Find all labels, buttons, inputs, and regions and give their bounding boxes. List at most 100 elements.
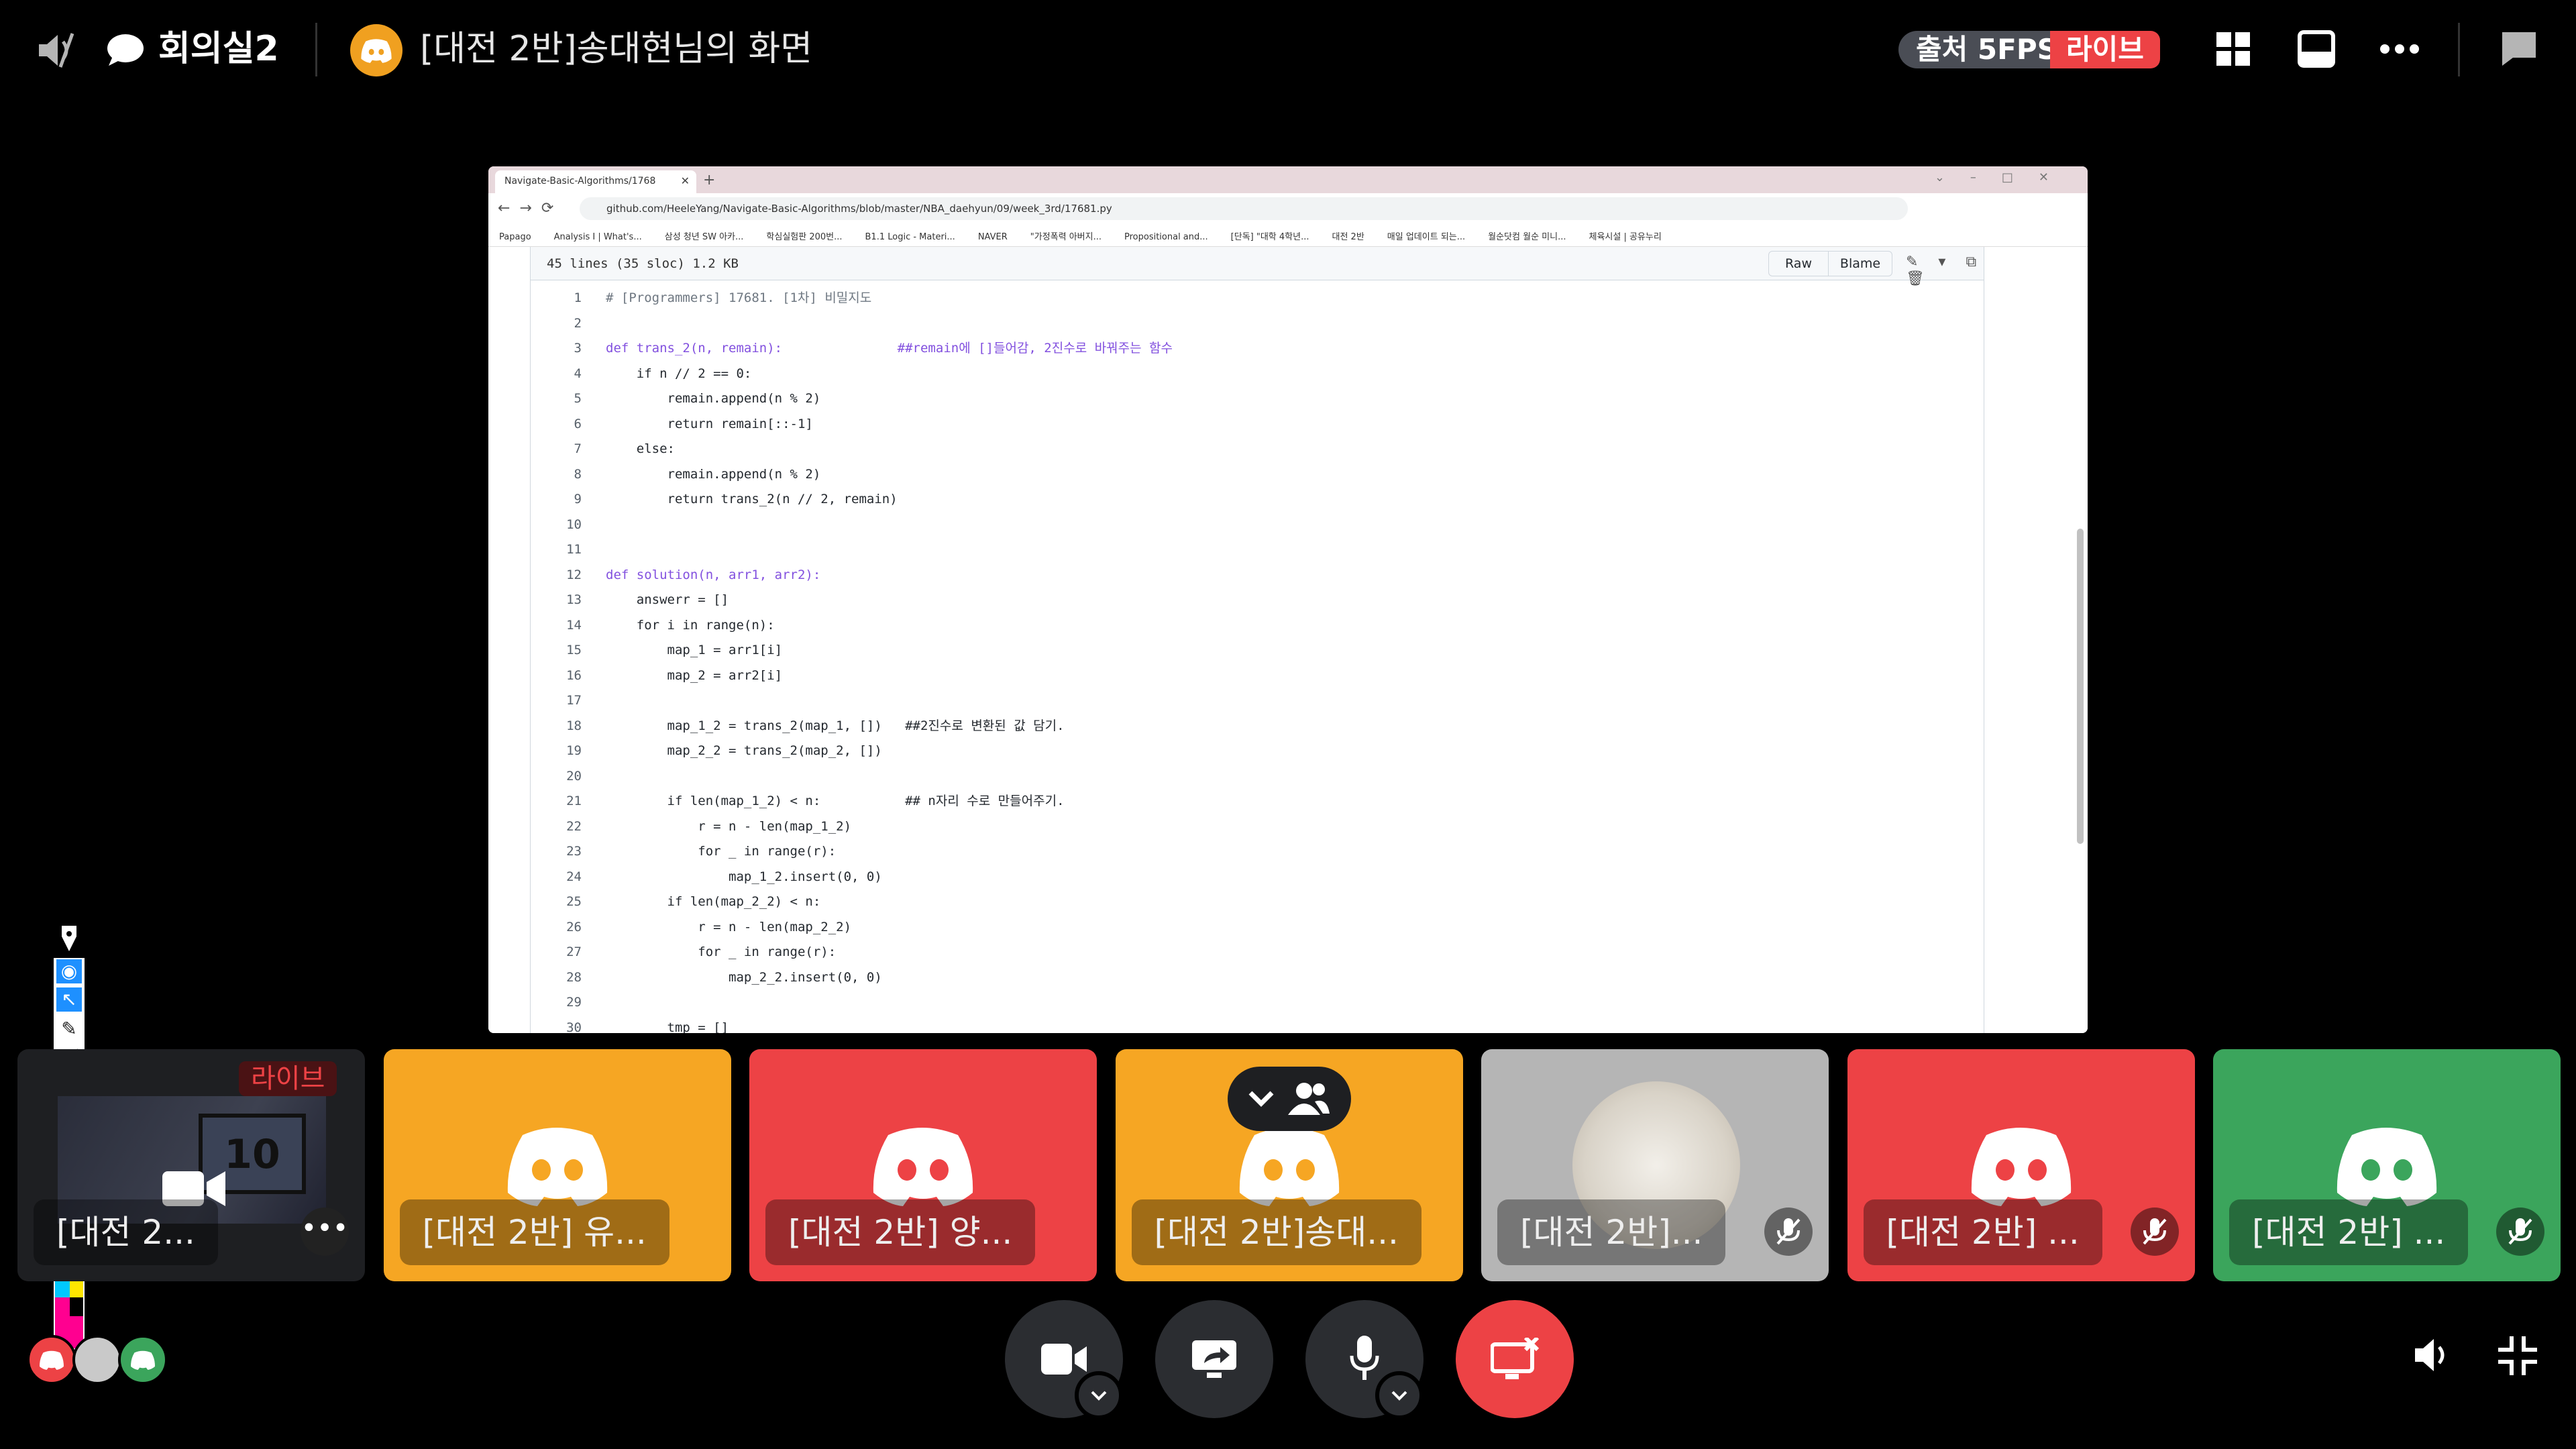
more-options-button[interactable] xyxy=(2377,27,2422,71)
close-icon[interactable]: ✕ xyxy=(681,174,690,187)
navigation-icons[interactable]: ←→⟳ xyxy=(498,200,563,217)
line-number[interactable]: 26 xyxy=(531,915,582,940)
color-black[interactable] xyxy=(70,1297,83,1316)
microphone-options-button[interactable] xyxy=(1375,1371,1424,1419)
camera-options-button[interactable] xyxy=(1075,1371,1123,1419)
chat-icon xyxy=(2502,32,2536,66)
more-options-icon[interactable]: ••• xyxy=(301,1208,349,1256)
participants-dropdown[interactable] xyxy=(1228,1067,1351,1131)
participant-tile[interactable]: [대전 2반] ... xyxy=(2213,1049,2561,1281)
top-bar: 회의실2 [대전 2반]송대현님의 화면 출처 5FPS 라이브 xyxy=(0,0,2576,101)
file-header: 45 lines (35 sloc) 1.2 KB Raw Blame ✎▾⧉🗑 xyxy=(530,247,1984,287)
line-number[interactable]: 7 xyxy=(531,437,582,462)
stop-stream-icon xyxy=(1491,1338,1539,1379)
blame-button[interactable]: Blame xyxy=(1828,251,1892,276)
line-number[interactable]: 24 xyxy=(531,865,582,890)
code-line: 22 r = n - len(map_1_2) xyxy=(531,814,1984,839)
bookmark-item[interactable]: 대전 2반 xyxy=(1332,232,1364,242)
volume-muted-icon[interactable] xyxy=(34,27,80,74)
line-number[interactable]: 21 xyxy=(531,789,582,814)
line-number[interactable]: 13 xyxy=(531,588,582,612)
browser-tab[interactable]: Navigate-Basic-Algorithms/1768 ✕ xyxy=(495,170,696,193)
line-number[interactable]: 22 xyxy=(531,814,582,839)
mic-muted-icon xyxy=(2143,1218,2166,1245)
line-number[interactable]: 28 xyxy=(531,965,582,990)
line-number[interactable]: 5 xyxy=(531,386,582,411)
exit-fullscreen-icon[interactable] xyxy=(2497,1335,2538,1377)
line-number[interactable]: 30 xyxy=(531,1016,582,1034)
screen-share-button[interactable] xyxy=(1155,1300,1273,1418)
line-code: map_1_2.insert(0, 0) xyxy=(606,869,882,884)
pen-icon[interactable] xyxy=(58,923,80,954)
bookmark-item[interactable]: Papago xyxy=(499,232,531,242)
bookmark-item[interactable]: 매일 업데이트 되는... xyxy=(1387,232,1465,242)
line-number[interactable]: 4 xyxy=(531,362,582,386)
bookmark-item[interactable]: 체육시설 | 공유누리 xyxy=(1589,232,1661,242)
line-number[interactable]: 29 xyxy=(531,990,582,1015)
participant-name: [대전 2반] ... xyxy=(1863,1199,2102,1265)
mini-avatar[interactable] xyxy=(118,1335,168,1385)
participant-name: [대전 2반]... xyxy=(1497,1199,1726,1265)
participant-tile[interactable]: [대전 2반] 양... xyxy=(749,1049,1097,1281)
line-number[interactable]: 16 xyxy=(531,663,582,688)
grid-layout-icon xyxy=(2216,32,2250,66)
stop-stream-button[interactable] xyxy=(1456,1300,1574,1418)
line-number[interactable]: 3 xyxy=(531,336,582,361)
stream-quality-badge: 출처 5FPS xyxy=(1898,31,2075,68)
line-number[interactable]: 23 xyxy=(531,839,582,864)
url-bar[interactable]: github.com/HeeleYang/Navigate-Basic-Algo… xyxy=(580,197,1908,220)
participant-tile[interactable]: [대전 2반]... xyxy=(1481,1049,1829,1281)
mini-avatar[interactable] xyxy=(27,1335,76,1385)
bookmark-item[interactable]: "가정폭력 아버지... xyxy=(1030,232,1102,242)
new-tab-icon[interactable]: + xyxy=(703,172,715,189)
popout-button[interactable] xyxy=(2294,27,2339,71)
code-area: 1 # [Programmers] 17681. [1차] 비밀지도 2 3 def t… xyxy=(530,280,1984,1033)
line-number[interactable]: 2 xyxy=(531,311,582,336)
line-number[interactable]: 25 xyxy=(531,890,582,914)
bookmark-item[interactable]: Propositional and... xyxy=(1124,232,1208,242)
eye-icon[interactable]: ◉ xyxy=(56,959,82,983)
line-number[interactable]: 9 xyxy=(531,487,582,512)
bookmark-item[interactable]: NAVER xyxy=(978,232,1008,242)
code-line: 13 answerr = [] xyxy=(531,588,1984,612)
cursor-icon[interactable]: ↖ xyxy=(56,987,82,1012)
line-number[interactable]: 20 xyxy=(531,764,582,789)
color-yellow[interactable] xyxy=(70,1279,83,1297)
bookmark-item[interactable]: 학심실험판 200번... xyxy=(766,232,842,242)
line-number[interactable]: 15 xyxy=(531,638,582,663)
code-line: 12 def solution(n, arr1, arr2): xyxy=(531,563,1984,588)
participant-tile[interactable]: [대전 2반] ... xyxy=(1847,1049,2195,1281)
scrollbar[interactable] xyxy=(2077,529,2084,844)
line-number[interactable]: 10 xyxy=(531,513,582,537)
shared-screen[interactable]: Navigate-Basic-Algorithms/1768 ✕ + ⌄–□✕ … xyxy=(488,166,2088,1033)
line-number[interactable]: 27 xyxy=(531,940,582,965)
participant-tile[interactable]: 10 라이브 ••• [대전 2... xyxy=(17,1049,365,1281)
line-number[interactable]: 11 xyxy=(531,537,582,562)
bookmark-item[interactable]: Analysis I | What's... xyxy=(554,232,642,242)
line-number[interactable]: 18 xyxy=(531,714,582,739)
line-code: for _ in range(r): xyxy=(606,844,837,859)
chat-button[interactable] xyxy=(2497,27,2541,71)
line-number[interactable]: 6 xyxy=(531,412,582,437)
raw-button[interactable]: Raw xyxy=(1768,251,1829,276)
bookmark-item[interactable]: [단독] "대학 4학년... xyxy=(1231,232,1309,242)
people-icon xyxy=(1288,1083,1330,1115)
bookmark-item[interactable]: 삼성 청년 SW 아카... xyxy=(665,232,744,242)
eraser-icon[interactable]: ✎ xyxy=(56,1017,82,1041)
line-number[interactable]: 8 xyxy=(531,462,582,487)
line-number[interactable]: 14 xyxy=(531,613,582,638)
bookmark-item[interactable]: B1.1 Logic - Materi... xyxy=(865,232,955,242)
line-number[interactable]: 17 xyxy=(531,688,582,713)
line-number[interactable]: 1 xyxy=(531,286,582,311)
camera-icon xyxy=(1041,1344,1087,1375)
line-number[interactable]: 19 xyxy=(531,739,582,763)
volume-icon[interactable] xyxy=(2411,1335,2451,1375)
mini-avatar[interactable] xyxy=(72,1335,122,1385)
bookmark-item[interactable]: 월순닷컴 월순 미니... xyxy=(1488,232,1566,242)
code-line: 16 map_2 = arr2[i] xyxy=(531,663,1984,688)
grid-layout-button[interactable] xyxy=(2211,27,2255,71)
line-number[interactable]: 12 xyxy=(531,563,582,588)
mic-muted-icon xyxy=(1776,1218,1801,1245)
participant-tile[interactable]: [대전 2반] 유... xyxy=(383,1049,731,1281)
window-controls[interactable]: ⌄–□✕ xyxy=(1935,170,2074,184)
